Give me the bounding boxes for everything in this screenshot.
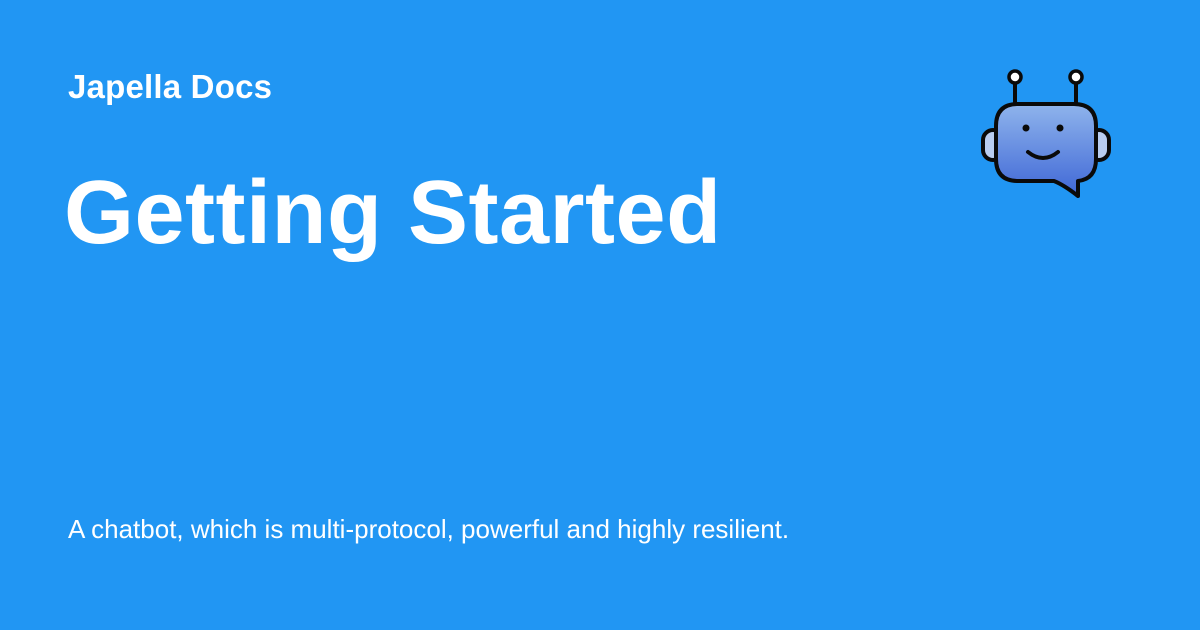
site-name: Japella Docs — [68, 68, 273, 105]
robot-chat-icon — [981, 69, 1111, 198]
page-description: A chatbot, which is multi-protocol, powe… — [68, 514, 790, 544]
social-card: Japella Docs Getting Started A chatbot, … — [0, 0, 1200, 630]
page-title: Getting Started — [64, 163, 722, 263]
